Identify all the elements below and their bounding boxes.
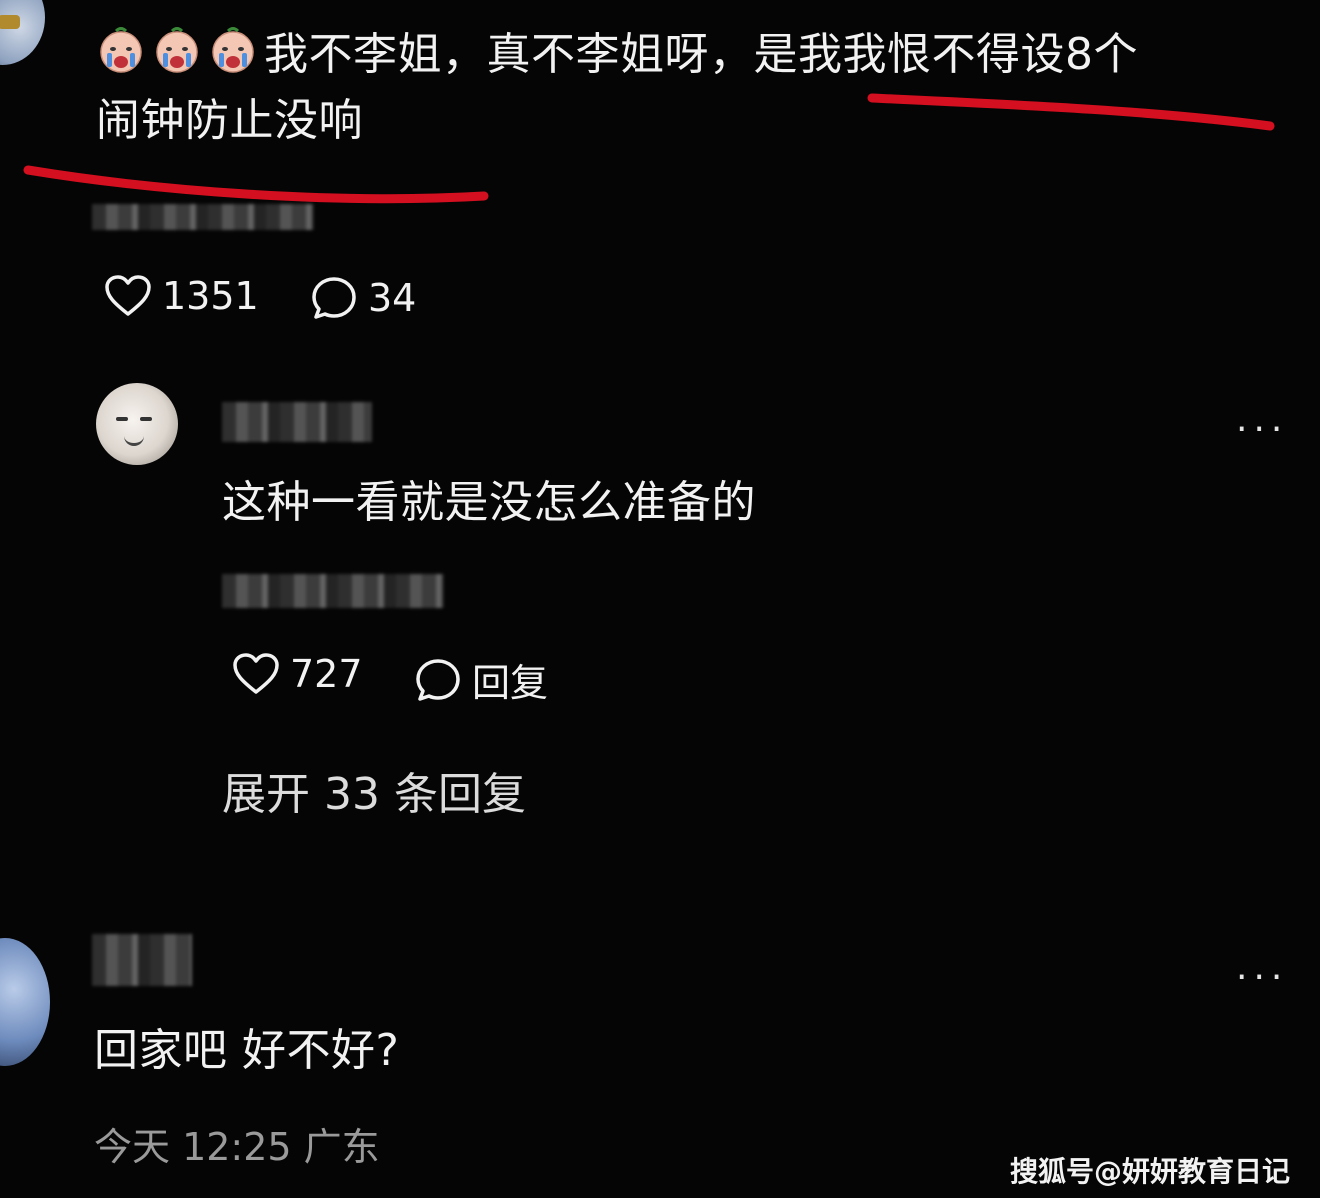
heart-icon — [232, 652, 280, 696]
top-comment-text: 我不李姐，真不李姐呀，是我我恨不得设8个 闹钟防止没响 — [96, 22, 1296, 154]
crying-face-emoji-icon — [152, 25, 202, 75]
avatar-bottom-partial[interactable] — [0, 938, 50, 1066]
heart-icon — [104, 274, 152, 318]
third-comment-text: 回家吧 好不好? — [94, 1025, 400, 1076]
expand-replies-link[interactable]: 展开 33 条回复 — [222, 758, 526, 822]
top-comment-comment-button[interactable]: 34 — [310, 274, 416, 322]
crying-face-emoji-icon — [96, 25, 146, 75]
top-comment-comments-count: 34 — [368, 276, 417, 320]
top-comment-likes-count: 1351 — [162, 274, 259, 318]
comment-bubble-icon — [310, 274, 358, 322]
third-comment-meta: 今天 12:25 广东 — [94, 1125, 380, 1169]
blurred-username[interactable] — [92, 934, 192, 986]
comment-bubble-icon — [414, 656, 462, 704]
avatar-mouth — [124, 431, 144, 446]
reply-more-options-button[interactable]: ... — [1236, 402, 1288, 438]
avatar-eye — [116, 417, 128, 421]
reply-text: 这种一看就是没怎么准备的 — [222, 477, 756, 528]
avatar-top-partial[interactable] — [0, 0, 45, 65]
reply-like-button[interactable]: 727 — [232, 652, 363, 696]
reply-avatar[interactable] — [96, 383, 178, 465]
blurred-username[interactable] — [222, 402, 372, 442]
reply-reply-label: 回复 — [472, 661, 549, 705]
top-comment-line2: 闹钟防止没响 — [96, 95, 363, 146]
blurred-meta-info — [92, 204, 314, 230]
comment-more-options-button[interactable]: ... — [1236, 950, 1288, 986]
sohu-watermark: 搜狐号@妍妍教育日记 — [1009, 1155, 1290, 1188]
top-comment-line1: 我不李姐，真不李姐呀，是我我恨不得设8个 — [264, 29, 1138, 80]
avatar-eye — [140, 417, 152, 421]
reply-reply-button[interactable]: 回复 — [414, 652, 548, 707]
reply-likes-count: 727 — [290, 652, 363, 696]
crying-face-emoji-icon — [208, 25, 258, 75]
blurred-meta-info — [222, 574, 444, 608]
top-comment-like-button[interactable]: 1351 — [104, 274, 259, 318]
